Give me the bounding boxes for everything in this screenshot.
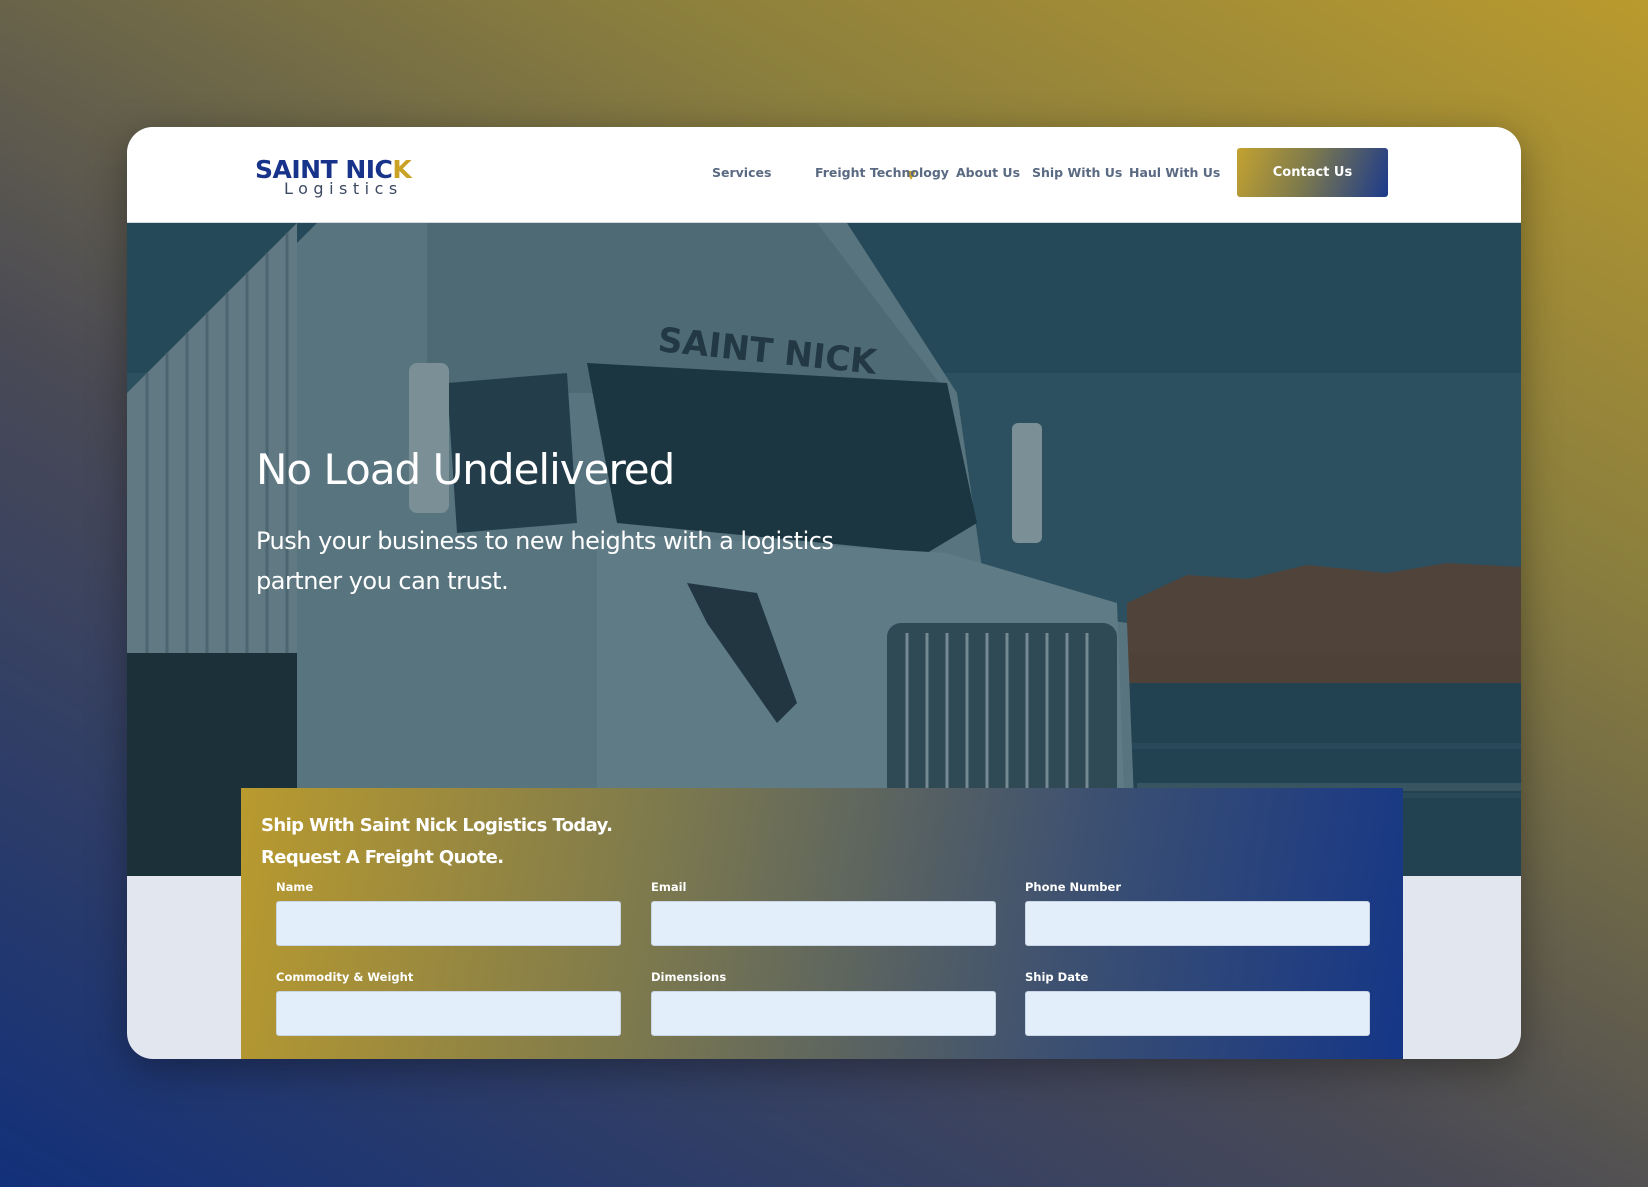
brand-logo[interactable]: SAINT NICK Logistics <box>255 155 430 200</box>
header-nav: SAINT NICK Logistics Services Freight Te… <box>127 127 1521 223</box>
nav-item-freight-technology[interactable]: Freight Technology <box>815 165 949 180</box>
name-field[interactable] <box>276 901 621 946</box>
phone-label: Phone Number <box>1025 880 1122 894</box>
dimensions-label: Dimensions <box>651 970 727 984</box>
hero-section: SAINT NICK No Load Undelivered Push your… <box>127 223 1521 876</box>
email-label: Email <box>651 880 687 894</box>
nav-item-about-us[interactable]: About Us <box>956 165 1020 180</box>
website-frame: SAINT NICK Logistics Services Freight Te… <box>127 127 1521 1059</box>
email-field[interactable] <box>651 901 996 946</box>
name-label: Name <box>276 880 314 894</box>
ship-date-label: Ship Date <box>1025 970 1089 984</box>
nav-item-ship-with-us[interactable]: Ship With Us <box>1032 165 1122 180</box>
commodity-weight-label: Commodity & Weight <box>276 970 414 984</box>
form-title-line2: Request A Freight Quote. <box>261 847 504 868</box>
hero-title: No Load Undelivered <box>256 445 675 494</box>
nav-item-services[interactable]: Services <box>712 165 771 180</box>
form-title-line1: Ship With Saint Nick Logistics Today. <box>261 815 613 836</box>
logo-subtitle: Logistics <box>284 179 403 198</box>
dimensions-field[interactable] <box>651 991 996 1036</box>
contact-us-button[interactable]: Contact Us <box>1237 148 1388 197</box>
form-heading: Ship With Saint Nick Logistics Today. Re… <box>261 810 613 874</box>
nav-item-haul-with-us[interactable]: Haul With Us <box>1129 165 1220 180</box>
phone-number-field[interactable] <box>1025 901 1370 946</box>
freight-quote-form: Ship With Saint Nick Logistics Today. Re… <box>241 788 1403 1059</box>
ship-date-field[interactable] <box>1025 991 1370 1036</box>
commodity-weight-field[interactable] <box>276 991 621 1036</box>
hero-subtitle: Push your business to new heights with a… <box>256 527 834 595</box>
